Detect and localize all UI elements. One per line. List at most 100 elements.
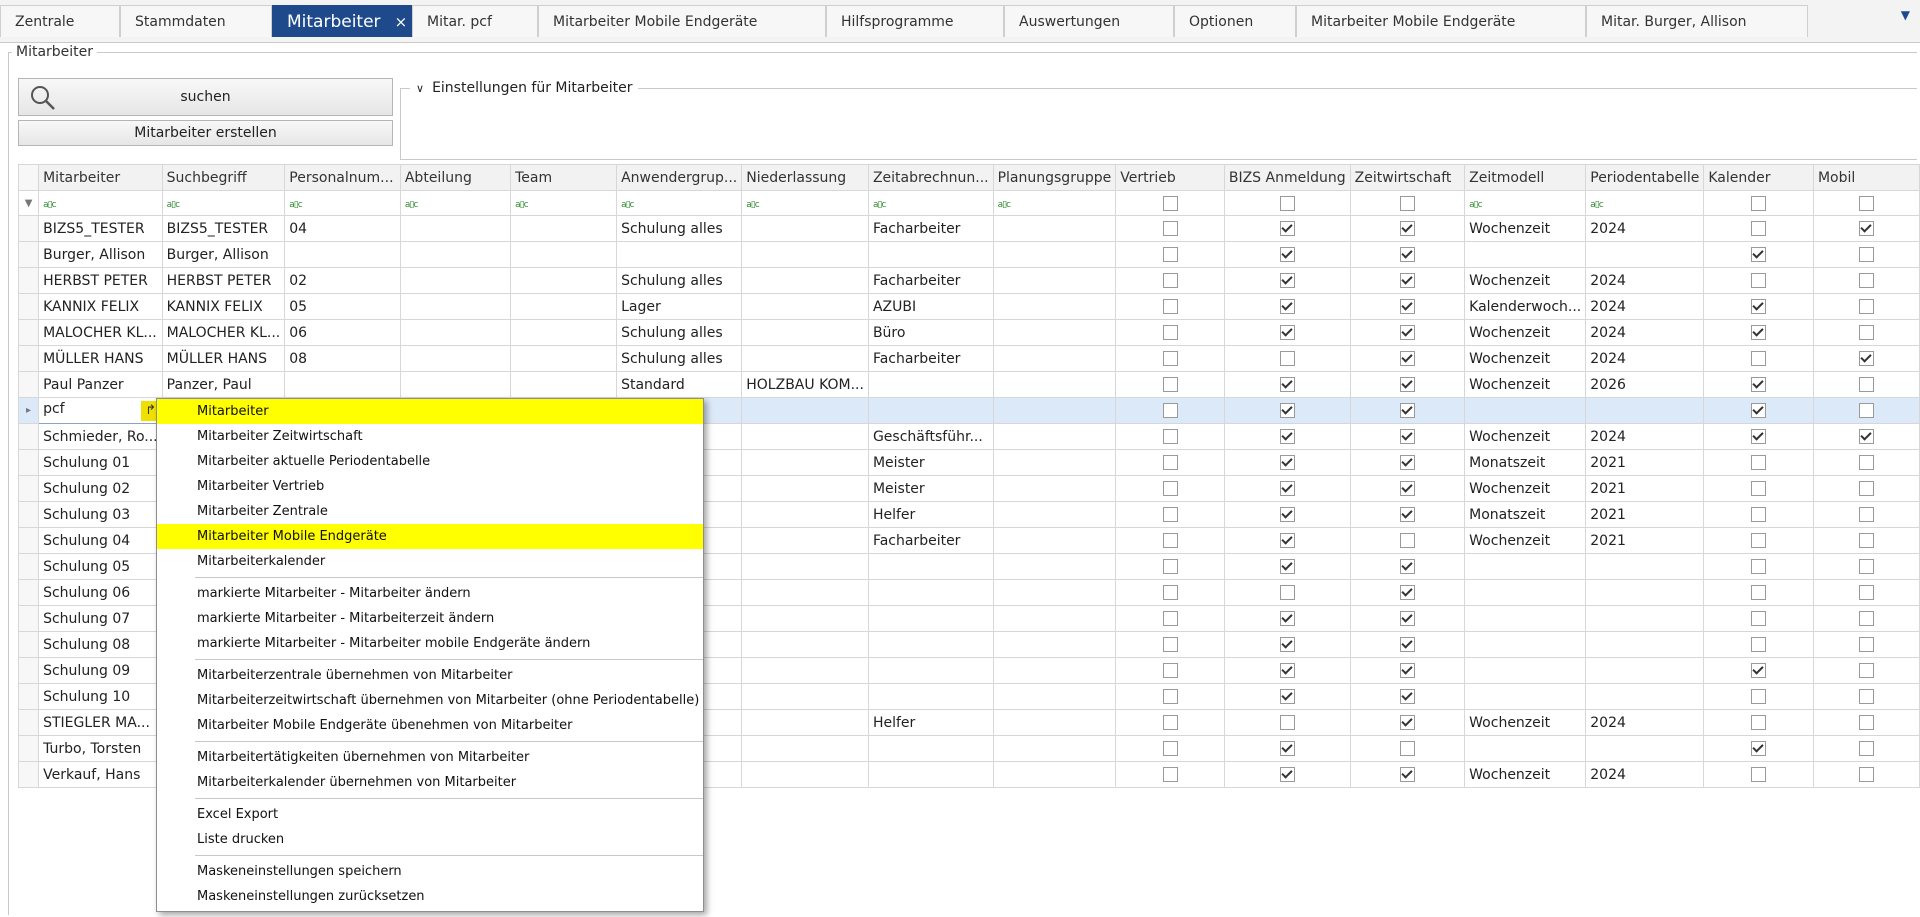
zeitmodell-cell[interactable] [1464,605,1587,632]
periodentabelle-cell[interactable]: 2024 [1585,345,1705,372]
grid-cell[interactable]: Schulung 08 [38,631,163,658]
mobil-cell[interactable] [1812,501,1920,528]
zeitwirtschaft-cell[interactable] [1349,293,1466,320]
grid-cell[interactable] [992,371,1117,398]
grid-cell[interactable] [510,371,618,398]
grid-cell[interactable] [867,657,994,684]
kalender-checkbox[interactable] [1751,663,1767,678]
bizs-anmeldung-cell[interactable] [1223,397,1351,424]
grid-cell[interactable] [992,709,1117,736]
mobil-checkbox[interactable] [1858,611,1874,626]
grid-cell[interactable]: Facharbeiter [867,527,994,554]
grid-cell[interactable]: Helfer [867,501,994,528]
filter-cell[interactable]: a▯c [1464,190,1587,216]
vertrieb-checkbox[interactable] [1162,507,1178,522]
vertrieb-cell[interactable] [1115,215,1225,242]
bizs-anmeldung-checkbox[interactable] [1279,273,1295,288]
table-row[interactable]: KANNIX FELIX KANNIX FELIX 05 Lager AZUBI Kale… [17,293,1920,320]
grid-cell[interactable] [741,735,869,762]
tab-zentrale[interactable]: Zentrale [0,5,120,37]
zeitmodell-cell[interactable]: Wochenzeit [1464,423,1587,450]
row-indicator[interactable] [17,709,40,736]
row-indicator[interactable] [17,423,40,450]
grid-cell[interactable]: HERBST PETER [161,267,286,294]
menu-item[interactable]: markierte Mitarbeiter - Mitarbeiter ände… [157,581,703,606]
column-header[interactable]: Abteilung [399,164,512,191]
employee-edit-field[interactable]: pcf ↱ [38,397,163,424]
mobil-checkbox[interactable] [1858,715,1874,730]
row-indicator[interactable] [17,319,40,346]
grid-cell[interactable]: Turbo, Torsten [38,735,163,762]
row-indicator[interactable] [17,449,40,476]
zeitwirtschaft-cell[interactable] [1349,553,1466,580]
row-indicator[interactable] [17,553,40,580]
grid-cell[interactable] [992,605,1117,632]
bizs-anmeldung-checkbox[interactable] [1279,455,1295,470]
bizs-anmeldung-cell[interactable] [1223,735,1351,762]
grid-cell[interactable] [867,735,994,762]
grid-cell[interactable] [399,241,512,268]
vertrieb-checkbox[interactable] [1162,221,1178,236]
row-indicator[interactable]: ▸ [17,397,40,424]
zeitwirtschaft-checkbox[interactable] [1399,689,1415,704]
grid-cell[interactable] [399,267,512,294]
mobil-cell[interactable] [1812,345,1920,372]
column-header[interactable]: BIZS Anmeldung [1223,164,1351,191]
zeitwirtschaft-cell[interactable] [1349,371,1466,398]
grid-cell[interactable] [992,761,1117,788]
mobil-checkbox[interactable] [1858,533,1874,548]
periodentabelle-cell[interactable]: 2021 [1585,501,1705,528]
mobil-cell[interactable] [1812,371,1920,398]
table-row[interactable]: Paul Panzer Panzer, Paul Standard HOLZBAU K… [17,371,1920,398]
kalender-checkbox[interactable] [1751,767,1767,782]
row-indicator[interactable] [17,657,40,684]
mobil-cell[interactable] [1812,761,1920,788]
mobil-cell[interactable] [1812,631,1920,658]
kalender-cell[interactable] [1703,657,1814,684]
grid-cell[interactable]: Schulung alles [616,319,743,346]
vertrieb-checkbox[interactable] [1162,455,1178,470]
row-indicator[interactable] [17,267,40,294]
bizs-anmeldung-cell[interactable] [1223,761,1351,788]
bizs-anmeldung-checkbox[interactable] [1279,221,1295,236]
vertrieb-cell[interactable] [1115,293,1225,320]
grid-cell[interactable]: Standard [616,371,743,398]
mobil-checkbox[interactable] [1858,481,1874,496]
row-indicator[interactable] [17,293,40,320]
mobil-cell[interactable] [1812,449,1920,476]
menu-item[interactable]: Mitarbeiter Mobile Endgeräte [157,524,703,549]
zeitwirtschaft-cell[interactable] [1349,267,1466,294]
grid-cell[interactable]: 04 [284,215,401,242]
kalender-checkbox[interactable] [1751,689,1767,704]
grid-cell[interactable] [741,631,869,658]
vertrieb-cell[interactable] [1115,501,1225,528]
zeitmodell-cell[interactable] [1464,657,1587,684]
zeitmodell-cell[interactable] [1464,553,1587,580]
vertrieb-cell[interactable] [1115,345,1225,372]
create-employee-button[interactable]: Mitarbeiter erstellen [18,120,393,146]
vertrieb-checkbox[interactable] [1162,247,1178,262]
grid-cell[interactable] [992,215,1117,242]
bizs-anmeldung-cell[interactable] [1223,553,1351,580]
zeitmodell-cell[interactable]: Wochenzeit [1464,475,1587,502]
menu-item[interactable]: Mitarbeiter Zentrale [157,499,703,524]
vertrieb-checkbox[interactable] [1162,481,1178,496]
grid-cell[interactable] [741,527,869,554]
tab-mitar-pcf[interactable]: Mitar. pcf [412,5,538,37]
mobil-cell[interactable] [1812,735,1920,762]
kalender-checkbox[interactable] [1751,403,1767,418]
vertrieb-checkbox[interactable] [1162,533,1178,548]
kalender-cell[interactable] [1703,449,1814,476]
menu-item[interactable]: Maskeneinstellungen zurücksetzen [157,884,703,909]
grid-cell[interactable]: Schulung 05 [38,553,163,580]
grid-cell[interactable] [867,605,994,632]
filter-cell[interactable]: a▯c [741,190,869,216]
mobil-cell[interactable] [1812,215,1920,242]
grid-cell[interactable] [399,345,512,372]
kalender-checkbox[interactable] [1751,481,1767,496]
mobil-checkbox[interactable] [1858,247,1874,262]
grid-cell[interactable]: Schulung alles [616,345,743,372]
bizs-anmeldung-cell[interactable] [1223,657,1351,684]
grid-cell[interactable]: 05 [284,293,401,320]
row-indicator[interactable] [17,475,40,502]
